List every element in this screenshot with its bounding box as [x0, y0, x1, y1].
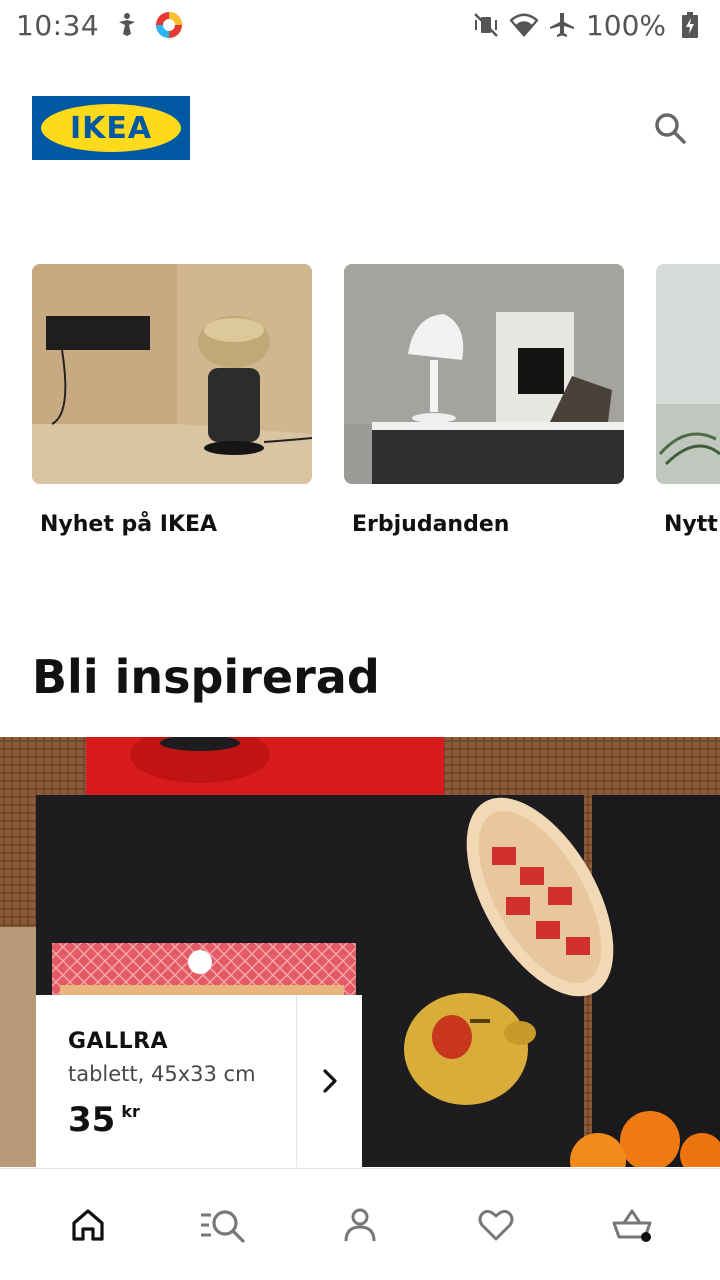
bottom-navigation: [0, 1168, 720, 1280]
browse-search-icon: [201, 1209, 245, 1243]
status-time: 10:34: [16, 8, 100, 42]
vibrate-mute-icon: [472, 11, 500, 39]
product-description: tablett, 45x33 cm: [68, 1062, 256, 1086]
home-icon: [72, 1208, 104, 1241]
product-open-button[interactable]: [297, 995, 362, 1167]
nav-favorites[interactable]: [456, 1185, 536, 1265]
product-price: 35 kr: [68, 1100, 296, 1140]
product-price-currency: kr: [121, 1102, 140, 1121]
battery-charging-icon: [676, 11, 704, 39]
nav-cart[interactable]: [592, 1185, 672, 1265]
product-info: GALLRA tablett, 45x33 cm 35 kr: [36, 995, 297, 1167]
section-title: Bli inspirerad: [32, 650, 380, 704]
wifi-icon: [509, 11, 538, 39]
category-image-new-items: [656, 264, 720, 484]
product-name: GALLRA: [68, 1029, 169, 1054]
ikea-logo[interactable]: IKEA: [32, 96, 190, 160]
shopping-basket-icon: [612, 1209, 652, 1242]
airplane-mode-icon: [548, 11, 576, 39]
category-card-new[interactable]: Nyhet på IKEA: [32, 264, 312, 537]
status-bar: 10:34 100%: [0, 0, 720, 50]
product-price-value: 35: [68, 1100, 116, 1140]
ikea-logo-text: IKEA: [69, 110, 153, 146]
product-card[interactable]: GALLRA tablett, 45x33 cm 35 kr: [36, 995, 362, 1167]
profile-icon: [344, 1208, 376, 1241]
nav-home[interactable]: [48, 1185, 128, 1265]
chevron-right-icon: [322, 1069, 337, 1093]
status-bar-left: 10:34: [16, 9, 183, 42]
app-header: IKEA: [32, 96, 688, 160]
favorites-heart-icon: [478, 1209, 514, 1240]
search-button[interactable]: [642, 100, 698, 156]
category-card-new-items[interactable]: Nytt: [656, 264, 720, 537]
app-notification-icon: [155, 11, 183, 39]
status-bar-right: 100%: [472, 9, 704, 42]
category-label: Nytt: [664, 512, 718, 537]
search-icon: [655, 113, 686, 144]
category-image-new: [32, 264, 312, 484]
category-image-offers: [344, 264, 624, 484]
nav-browse[interactable]: [184, 1185, 264, 1265]
category-label: Nyhet på IKEA: [40, 512, 218, 537]
accessibility-notification-icon: [113, 11, 141, 39]
category-card-offers[interactable]: Erbjudanden: [344, 264, 624, 537]
nav-profile[interactable]: [320, 1185, 400, 1265]
battery-percentage: 100%: [585, 8, 666, 42]
category-label: Erbjudanden: [352, 512, 510, 537]
category-carousel[interactable]: Nyhet på IKEA Erbjudanden Nytt: [32, 264, 720, 554]
ikea-logo-oval: IKEA: [41, 104, 181, 152]
